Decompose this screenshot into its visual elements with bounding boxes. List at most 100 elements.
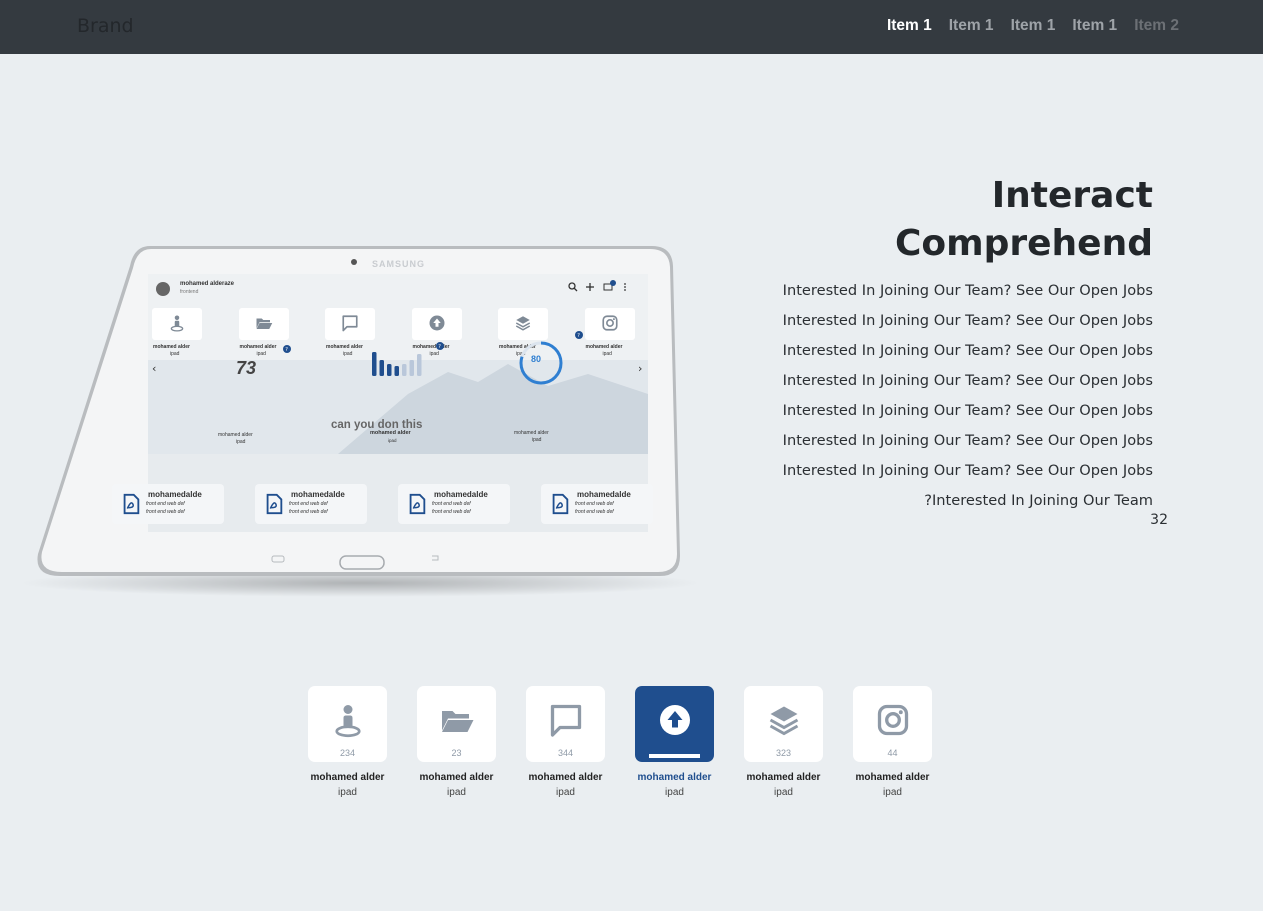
file-line: front end web def [146,501,185,507]
add-icon[interactable] [586,283,594,291]
tile-sublabel: ipad [883,787,902,798]
chevron-right-icon[interactable]: › [638,362,642,375]
tablet-mockup: SAMSUNG mohamed alderaze frontend mohame… [20,238,700,598]
tablet-screen: mohamed alderaze frontend mohamed alder i… [112,274,653,554]
hero-title-line1: Interact [991,175,1153,216]
tile-person-pin[interactable]: 234 mohamed alder ipad [308,686,387,798]
screen-file-card[interactable]: mohamedalde front end web def front end we… [398,484,510,524]
screen-toolbar [568,280,626,292]
stat-number: 73 [236,358,257,378]
hero-line: Interested In Joining Our Team? See Our … [782,462,1153,479]
stat-number-label: mohamed alder [218,432,253,438]
screen-app-layers[interactable] [498,308,548,340]
mini-bar [394,366,399,376]
tile-sublabel: ipad [338,787,357,798]
file-title: mohamedalde [148,490,202,499]
svg-text:?: ? [438,344,441,350]
tile-label: mohamed alder [855,772,930,783]
file-line: front end web def [289,501,328,507]
mini-bar [372,352,377,376]
file-line: front end web def [432,501,471,507]
screen-app-upload[interactable] [411,308,462,340]
tile-box[interactable]: 44 [853,686,932,762]
more-vert-icon[interactable] [624,283,626,291]
hero-line: Interested In Joining Our Team? See Our … [782,402,1153,419]
help-icon[interactable]: ? [435,341,447,353]
tile-box[interactable]: 23 [417,686,496,762]
mini-bar [409,360,414,376]
nav-item-disabled: Item 2 [1134,17,1179,34]
tile-folder-open[interactable]: 23 mohamed alder ipad [417,686,496,798]
screen-app-instagram[interactable] [584,308,635,340]
file-title: mohamedalde [577,490,631,499]
search-icon[interactable] [568,282,578,292]
tile-box[interactable] [635,686,714,762]
mail-icon[interactable] [603,280,616,291]
tile-count: 23 [451,748,462,758]
chevron-left-icon[interactable]: ‹ [152,362,156,375]
nav-item-2[interactable]: Item 1 [949,17,994,35]
screen-file-card[interactable]: mohamedalde front end web def front end we… [255,484,367,524]
screen-app-label: mohamed alder [239,344,277,350]
screen-app-folder-open[interactable] [238,308,289,340]
svg-text:?: ? [577,333,580,339]
tablet-brand-text: SAMSUNG [372,259,425,269]
brand-logo[interactable]: Brand [77,15,134,37]
screen-app-chat[interactable] [325,308,375,340]
screen-caption: can you don this [331,419,423,431]
screen-app-label: mohamed alder [326,344,363,350]
tile-box[interactable]: 344 [526,686,605,762]
hero-line: Interested In Joining Our Team? See Our … [782,282,1153,299]
avatar[interactable] [156,282,170,296]
hero-line: Interested In Joining Our Team? See Our … [782,342,1153,359]
screen-app-label: mohamed alder [153,344,190,350]
tile-label: mohamed alder [746,772,821,783]
nav-item-4[interactable]: Item 1 [1072,17,1117,35]
screen-file-card[interactable]: mohamedalde front end web def front end we… [541,484,653,524]
tile-instagram[interactable]: 44 mohamed alder ipad [853,686,932,798]
help-icon[interactable]: ? [282,344,294,356]
tile-label: mohamed alder [637,772,712,783]
screen-file-card[interactable]: mohamedalde front end web def front end we… [112,484,224,524]
screen-app-person-pin[interactable] [152,308,202,340]
tile-count: 234 [339,748,356,758]
tile-label: mohamed alder [528,772,603,783]
svg-text:?: ? [285,347,288,353]
nav-item-1[interactable]: Item 1 [887,17,932,35]
navbar: Brand Item 1 Item 1 Item 1 Item 1 Item 2 [0,0,1263,54]
tile-count: 44 [887,748,898,758]
ring-label: mohamed alder [514,430,549,436]
tile-count: 344 [557,748,574,758]
tile-chat[interactable]: 344 mohamed alder ipad [526,686,605,798]
nav-item-3[interactable]: Item 1 [1011,17,1056,35]
hero-line: ?Interested In Joining Our Team [924,492,1153,509]
bars-sub: ipad [388,438,397,443]
file-line: front end web def [575,509,614,515]
tile-upload[interactable]: mohamed alder ipad [635,686,714,798]
tile-layers[interactable]: 323 mohamed alder ipad [744,686,823,798]
mini-bar-chart [372,352,422,376]
tile-label: mohamed alder [310,772,385,783]
hero-line: Interested In Joining Our Team? See Our … [782,372,1153,389]
file-title: mohamedalde [434,490,488,499]
nav-menu: Item 1 Item 1 Item 1 Item 1 Item 2 [887,17,1179,35]
hero-line: Interested In Joining Our Team? See Our … [782,432,1153,449]
tile-box[interactable]: 323 [744,686,823,762]
hero-line: Interested In Joining Our Team? See Our … [782,312,1153,329]
screen-app-label: mohamed alder [585,344,623,350]
ring-value: 80 [531,354,542,364]
screen-app-sub: ipad [256,351,266,357]
mini-bar [387,364,392,376]
tile-box[interactable]: 234 [308,686,387,762]
screen-app-sub: ipad [602,351,612,357]
tile-label: mohamed alder [419,772,494,783]
tile-sublabel: ipad [774,787,793,798]
tile-sublabel: ipad [665,787,684,798]
file-title: mohamedalde [291,490,345,499]
help-icon[interactable]: ? [574,330,586,342]
hero-text-list: Interested In Joining Our Team? See Our … [783,276,1153,516]
tile-sublabel: ipad [556,787,575,798]
file-line: front end web def [289,509,328,515]
screen-app-sub: ipad [343,351,353,357]
file-line: front end web def [146,509,185,515]
